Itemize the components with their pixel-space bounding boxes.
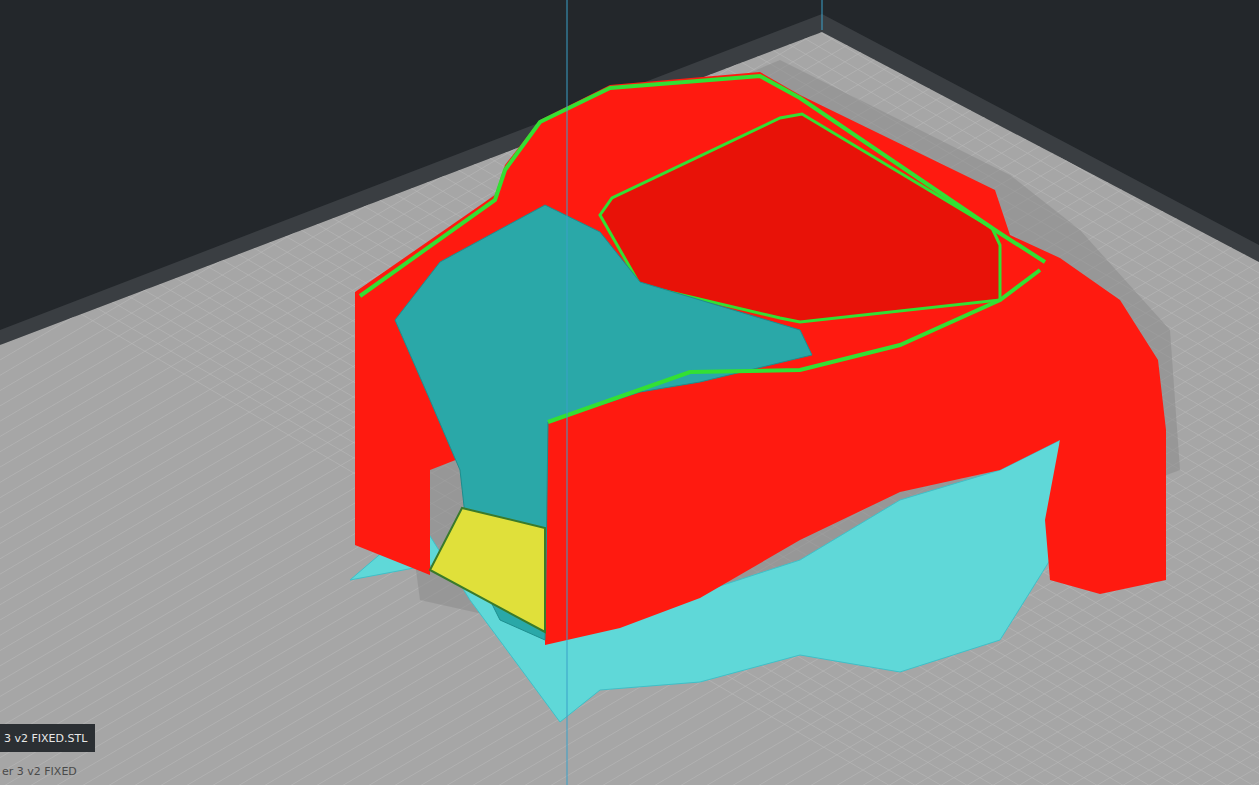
object-label: er 3 v2 FIXED <box>2 765 77 778</box>
slice-preview[interactable] <box>0 0 1259 785</box>
file-label: 3 v2 FIXED.STL <box>0 724 95 752</box>
viewport-3d[interactable]: 3 v2 FIXED.STL er 3 v2 FIXED <box>0 0 1259 785</box>
